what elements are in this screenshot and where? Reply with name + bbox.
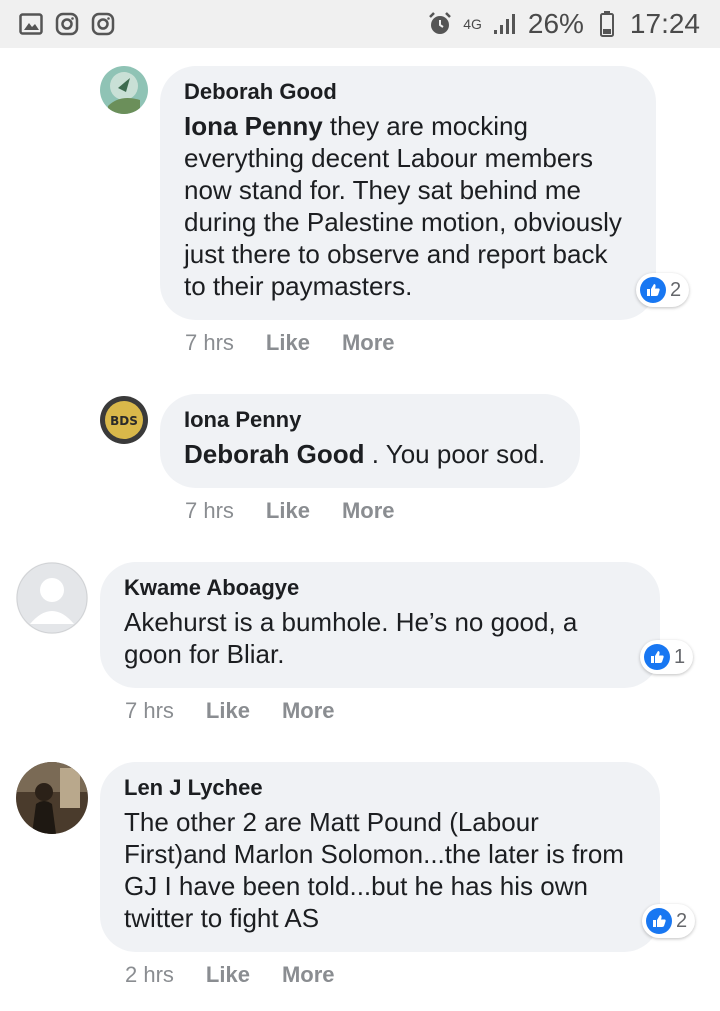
comment-actions: 7 hrs Like More: [185, 498, 395, 524]
clock: 17:24: [629, 8, 700, 39]
mention[interactable]: Deborah Good: [184, 439, 365, 469]
comment-author[interactable]: Kwame Aboagye: [124, 574, 636, 602]
comment-author[interactable]: Len J Lychee: [124, 774, 636, 802]
comment-author[interactable]: Iona Penny: [184, 406, 556, 434]
comment-time[interactable]: 7 hrs: [125, 698, 174, 724]
comment-time[interactable]: 7 hrs: [185, 330, 234, 356]
system-indicators: 4G 26% 17:24: [427, 8, 700, 40]
like-icon: [640, 277, 666, 303]
like-icon: [644, 644, 670, 670]
battery-percent: 26%: [527, 8, 584, 39]
more-button[interactable]: More: [342, 330, 395, 356]
comment-text: Deborah Good . You poor sod.: [184, 439, 546, 469]
comment-time[interactable]: 7 hrs: [185, 498, 234, 524]
like-button[interactable]: Like: [266, 498, 310, 524]
comment-bubble[interactable]: Len J Lychee The other 2 are Matt Pound …: [100, 762, 660, 952]
like-icon: [646, 908, 672, 934]
like-button[interactable]: Like: [266, 330, 310, 356]
alarm-icon: [427, 11, 453, 37]
comment-time[interactable]: 2 hrs: [125, 962, 174, 988]
avatar[interactable]: BDS: [100, 396, 148, 444]
comment-actions: 2 hrs Like More: [125, 962, 335, 988]
comment-bubble[interactable]: Deborah Good Iona Penny they are mocking…: [160, 66, 656, 320]
like-button[interactable]: Like: [206, 698, 250, 724]
status-bar: 4G 26% 17:24: [0, 0, 720, 48]
reaction-count[interactable]: 1: [640, 640, 694, 674]
comment-author[interactable]: Deborah Good: [184, 78, 632, 106]
avatar[interactable]: [100, 66, 148, 114]
comment-bubble[interactable]: Iona Penny Deborah Good . You poor sod.: [160, 394, 580, 488]
network-type: 4G: [463, 16, 482, 32]
comment-actions: 7 hrs Like More: [125, 698, 335, 724]
more-button[interactable]: More: [282, 698, 335, 724]
avatar[interactable]: [16, 562, 88, 634]
instagram-icon: [90, 11, 116, 37]
bds-badge-text: BDS: [110, 414, 138, 428]
notification-icons: [18, 11, 116, 37]
reaction-count[interactable]: 2: [642, 904, 696, 938]
comment-actions: 7 hrs Like More: [185, 330, 395, 356]
instagram-icon: [54, 11, 80, 37]
like-button[interactable]: Like: [206, 962, 250, 988]
more-button[interactable]: More: [342, 498, 395, 524]
comment-bubble[interactable]: Kwame Aboagye Akehurst is a bumhole. He’…: [100, 562, 660, 688]
comment-text: The other 2 are Matt Pound (Labour First…: [124, 807, 624, 933]
comment-text: Iona Penny they are mocking everything d…: [184, 111, 622, 301]
comment-text: Akehurst is a bumhole. He’s no good, a g…: [124, 607, 578, 669]
avatar[interactable]: [16, 762, 88, 834]
reaction-count[interactable]: 2: [636, 273, 690, 307]
battery-icon: [594, 11, 620, 37]
more-button[interactable]: More: [282, 962, 335, 988]
mention[interactable]: Iona Penny: [184, 111, 323, 141]
gallery-icon: [18, 11, 44, 37]
signal-icon: [492, 11, 518, 37]
